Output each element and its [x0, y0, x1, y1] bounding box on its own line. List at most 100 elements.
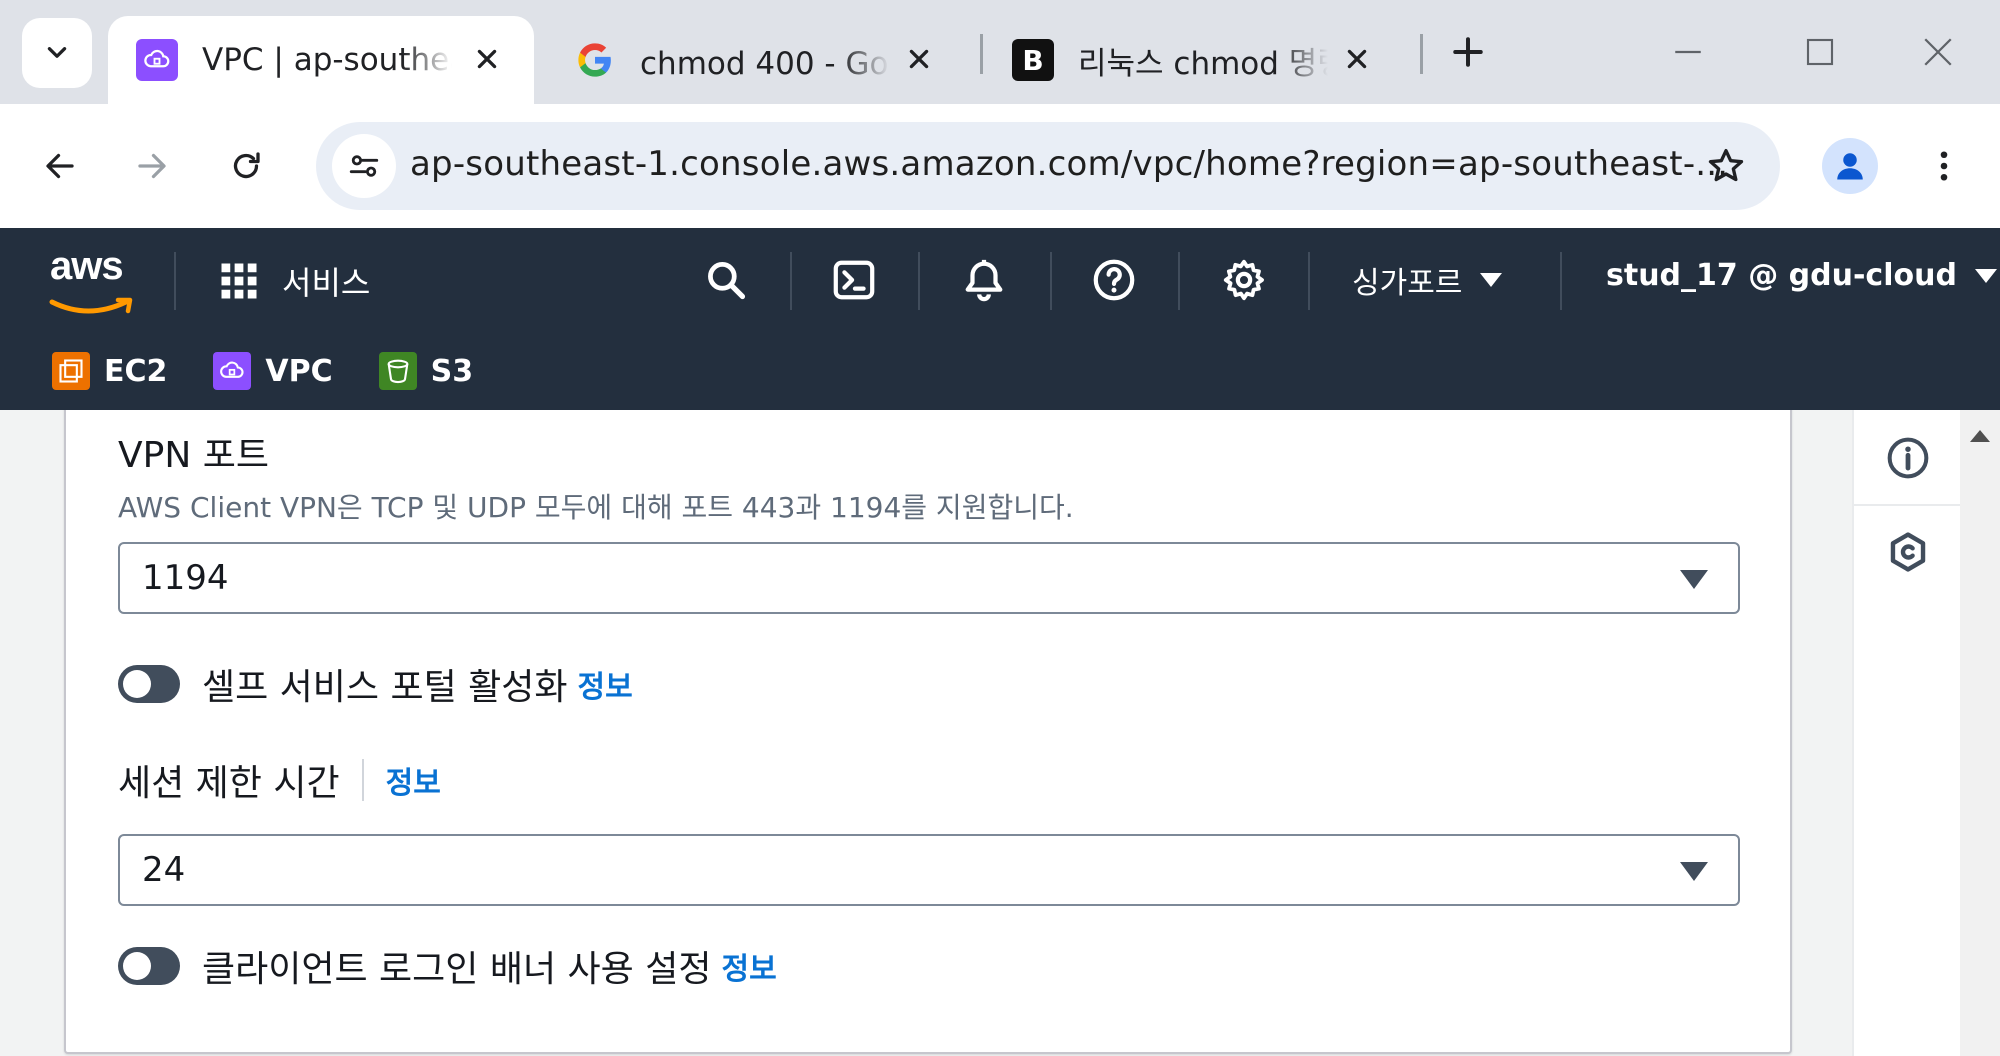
tune-icon	[349, 155, 379, 177]
info-link[interactable]: 정보	[578, 662, 633, 706]
google-icon	[574, 39, 616, 81]
notifications-button[interactable]	[958, 254, 1010, 306]
tools-rail	[1852, 410, 1962, 1056]
minimize-button[interactable]	[1666, 30, 1710, 74]
favorite-ec2[interactable]: EC2	[52, 352, 167, 390]
session-timeout-label: 세션 제한 시간	[118, 763, 340, 804]
tab-title: chmod 400 - Google 검색	[640, 45, 890, 82]
aws-smile-icon	[49, 297, 133, 314]
info-panel-button[interactable]	[1884, 434, 1932, 482]
tab-vpc[interactable]: VPC | ap-southeast-1	[108, 16, 534, 104]
nav-divider	[918, 252, 920, 310]
person-icon	[1837, 153, 1863, 180]
back-button[interactable]	[32, 138, 88, 194]
tab-title: 리눅스 chmod 명령어	[1078, 45, 1328, 82]
favorite-label: EC2	[104, 353, 168, 389]
close-icon[interactable]	[470, 42, 504, 76]
gear-icon	[1223, 259, 1264, 301]
favorite-label: S3	[430, 353, 474, 389]
info-icon	[1887, 437, 1929, 479]
chevron-down-icon	[47, 47, 67, 58]
search-button[interactable]	[700, 254, 752, 306]
page-scrollbar[interactable]	[1960, 410, 2000, 1056]
session-timeout-value: 24	[142, 850, 186, 890]
caret-down-icon	[1974, 268, 1997, 283]
close-icon	[1924, 38, 1952, 66]
hexagon-icon	[1890, 532, 1926, 572]
profile-avatar[interactable]	[1822, 138, 1878, 194]
minimize-icon	[1675, 50, 1701, 54]
star-icon	[1708, 149, 1744, 182]
tab-linux-chmod[interactable]: B 리눅스 chmod 명령어	[984, 16, 1404, 104]
self-service-portal-toggle[interactable]	[118, 665, 180, 703]
help-button[interactable]	[1088, 254, 1140, 306]
ec2-icon	[52, 352, 90, 390]
nav-divider	[1560, 252, 1562, 310]
s3-icon	[378, 352, 417, 390]
new-tab-button[interactable]	[1446, 30, 1490, 74]
session-timeout-select[interactable]: 24	[118, 834, 1740, 906]
maximize-button[interactable]	[1798, 30, 1842, 74]
nav-divider	[1308, 252, 1310, 310]
nav-divider	[1178, 252, 1180, 310]
region-selector[interactable]: 싱가포르	[1352, 258, 1503, 302]
b-icon: B	[1012, 39, 1054, 81]
aws-logo[interactable]: aws	[48, 244, 138, 320]
tab-google[interactable]: chmod 400 - Google 검색	[546, 16, 966, 104]
close-icon[interactable]	[1340, 42, 1374, 76]
forward-button[interactable]	[124, 138, 180, 194]
bookmark-button[interactable]	[1702, 142, 1750, 190]
arrow-right-icon	[138, 153, 166, 179]
cloudshell-button[interactable]	[828, 254, 880, 306]
vpn-port-select[interactable]: 1194	[118, 542, 1740, 614]
region-label: 싱가포르	[1352, 266, 1463, 301]
vpc-icon	[213, 352, 252, 390]
reload-icon	[233, 152, 260, 179]
account-label: stud_17 @ gdu-cloud	[1606, 258, 1957, 293]
tab-separator	[1420, 34, 1423, 74]
favorite-label: VPC	[265, 353, 333, 389]
aws-console-header: aws 서비스 싱가포르 stud_17 @ gdu-cloud EC2 VPC…	[0, 228, 2000, 410]
favorite-s3[interactable]: S3	[378, 352, 474, 390]
caret-down-icon	[1680, 862, 1708, 881]
search-icon	[708, 262, 746, 300]
client-login-banner-toggle[interactable]	[118, 947, 180, 985]
tab-search-button[interactable]	[22, 18, 92, 88]
main-content: VPN 포트 AWS Client VPN은 TCP 및 UDP 모두에 대해 …	[0, 410, 2000, 1056]
client-login-banner-label: 클라이언트 로그인 배너 사용 설정	[202, 949, 712, 990]
browser-tab-strip: VPC | ap-southeast-1 chmod 400 - Google …	[0, 0, 2000, 104]
label-divider	[361, 759, 364, 801]
caret-down-icon	[1680, 570, 1708, 589]
favorite-vpc[interactable]: VPC	[213, 352, 333, 390]
scroll-up-icon[interactable]	[1970, 430, 1990, 442]
rail-divider	[1854, 504, 1962, 506]
browser-menu-button[interactable]	[1916, 138, 1972, 194]
address-bar[interactable]: ap-southeast-1.console.aws.amazon.com/vp…	[316, 122, 1780, 210]
vpn-port-value: 1194	[142, 558, 229, 598]
resources-panel-button[interactable]	[1884, 528, 1932, 576]
settings-button[interactable]	[1218, 254, 1270, 306]
favorites-bar: EC2 VPC S3	[0, 332, 2000, 410]
nav-divider	[1050, 252, 1052, 310]
close-icon[interactable]	[902, 42, 936, 76]
self-service-portal-label: 셀프 서비스 포털 활성화	[202, 667, 568, 708]
plus-icon	[1453, 37, 1483, 67]
tab-separator	[980, 34, 983, 74]
info-link[interactable]: 정보	[386, 758, 441, 802]
close-window-button[interactable]	[1916, 30, 1960, 74]
vpn-port-description: AWS Client VPN은 TCP 및 UDP 모두에 대해 포트 443과…	[118, 491, 1074, 524]
help-icon	[1093, 259, 1135, 301]
self-service-portal-row: 셀프 서비스 포털 활성화 정보	[118, 658, 633, 710]
account-menu[interactable]: stud_17 @ gdu-cloud	[1606, 258, 1997, 293]
more-vert-icon	[1940, 151, 1948, 181]
info-link[interactable]: 정보	[721, 944, 776, 988]
services-label: 서비스	[282, 264, 371, 302]
services-menu-button[interactable]: 서비스	[218, 258, 370, 304]
tab-title: VPC | ap-southeast-1	[202, 42, 452, 78]
client-login-banner-row: 클라이언트 로그인 배너 사용 설정 정보	[118, 940, 777, 992]
site-info-button[interactable]	[332, 134, 396, 198]
additional-parameters-panel: VPN 포트 AWS Client VPN은 TCP 및 UDP 모두에 대해 …	[64, 410, 1792, 1054]
reload-button[interactable]	[218, 138, 274, 194]
vpc-icon	[136, 39, 178, 81]
caret-down-icon	[1480, 273, 1503, 287]
